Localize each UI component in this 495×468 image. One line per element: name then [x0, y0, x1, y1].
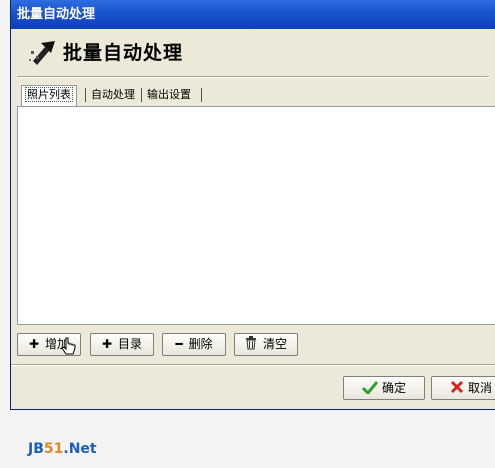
- tab-output-settings[interactable]: 输出设置: [144, 86, 194, 104]
- tab-auto-process[interactable]: 自动处理: [88, 86, 138, 104]
- clear-button-label: 清空: [262, 337, 287, 351]
- watermark-prefix: JB: [28, 441, 44, 457]
- batch-process-window: 批量自动处理 批量自动处理 照片列表 自动处理 输出设置 ✚ 增加 ✚ 目录 ━…: [10, 0, 495, 410]
- close-icon: [450, 380, 464, 394]
- folder-button-label: 目录: [118, 337, 143, 351]
- plus-icon: ✚: [101, 337, 113, 351]
- footer-divider: [11, 364, 495, 366]
- plus-icon: ✚: [28, 337, 40, 351]
- cancel-button-label: 取消: [467, 381, 492, 395]
- tab-output-settings-label: 输出设置: [147, 88, 191, 101]
- header-divider: [17, 76, 489, 78]
- tab-separator: [85, 88, 86, 102]
- mouse-cursor-icon: [61, 337, 76, 355]
- trash-icon: [245, 336, 256, 350]
- folder-button[interactable]: ✚ 目录: [90, 333, 154, 356]
- ok-button-label: 确定: [381, 381, 406, 395]
- wand-icon: [29, 41, 55, 65]
- tab-auto-process-label: 自动处理: [91, 88, 135, 101]
- tab-photo-list-label: 照片列表: [25, 87, 73, 102]
- watermark-suffix: .Net: [63, 441, 97, 457]
- delete-button-label: 删除: [188, 337, 213, 351]
- site-watermark: JB51.Net: [28, 441, 97, 457]
- tab-separator: [141, 88, 142, 102]
- dialog-header: 批量自动处理: [11, 29, 495, 75]
- title-bar[interactable]: 批量自动处理: [11, 0, 495, 29]
- watermark-middle: 51: [43, 441, 64, 457]
- minus-icon: ━: [175, 337, 183, 351]
- clear-button[interactable]: 清空: [234, 333, 298, 356]
- tab-photo-list[interactable]: 照片列表: [21, 85, 77, 106]
- tab-separator: [201, 88, 202, 102]
- photo-list-area[interactable]: [17, 106, 495, 325]
- header-title: 批量自动处理: [63, 42, 184, 64]
- window-title: 批量自动处理: [17, 7, 96, 22]
- checkmark-icon: [361, 381, 379, 396]
- ok-button[interactable]: 确定: [343, 376, 425, 400]
- delete-button[interactable]: ━ 删除: [162, 333, 226, 356]
- cancel-button[interactable]: 取消: [431, 376, 495, 400]
